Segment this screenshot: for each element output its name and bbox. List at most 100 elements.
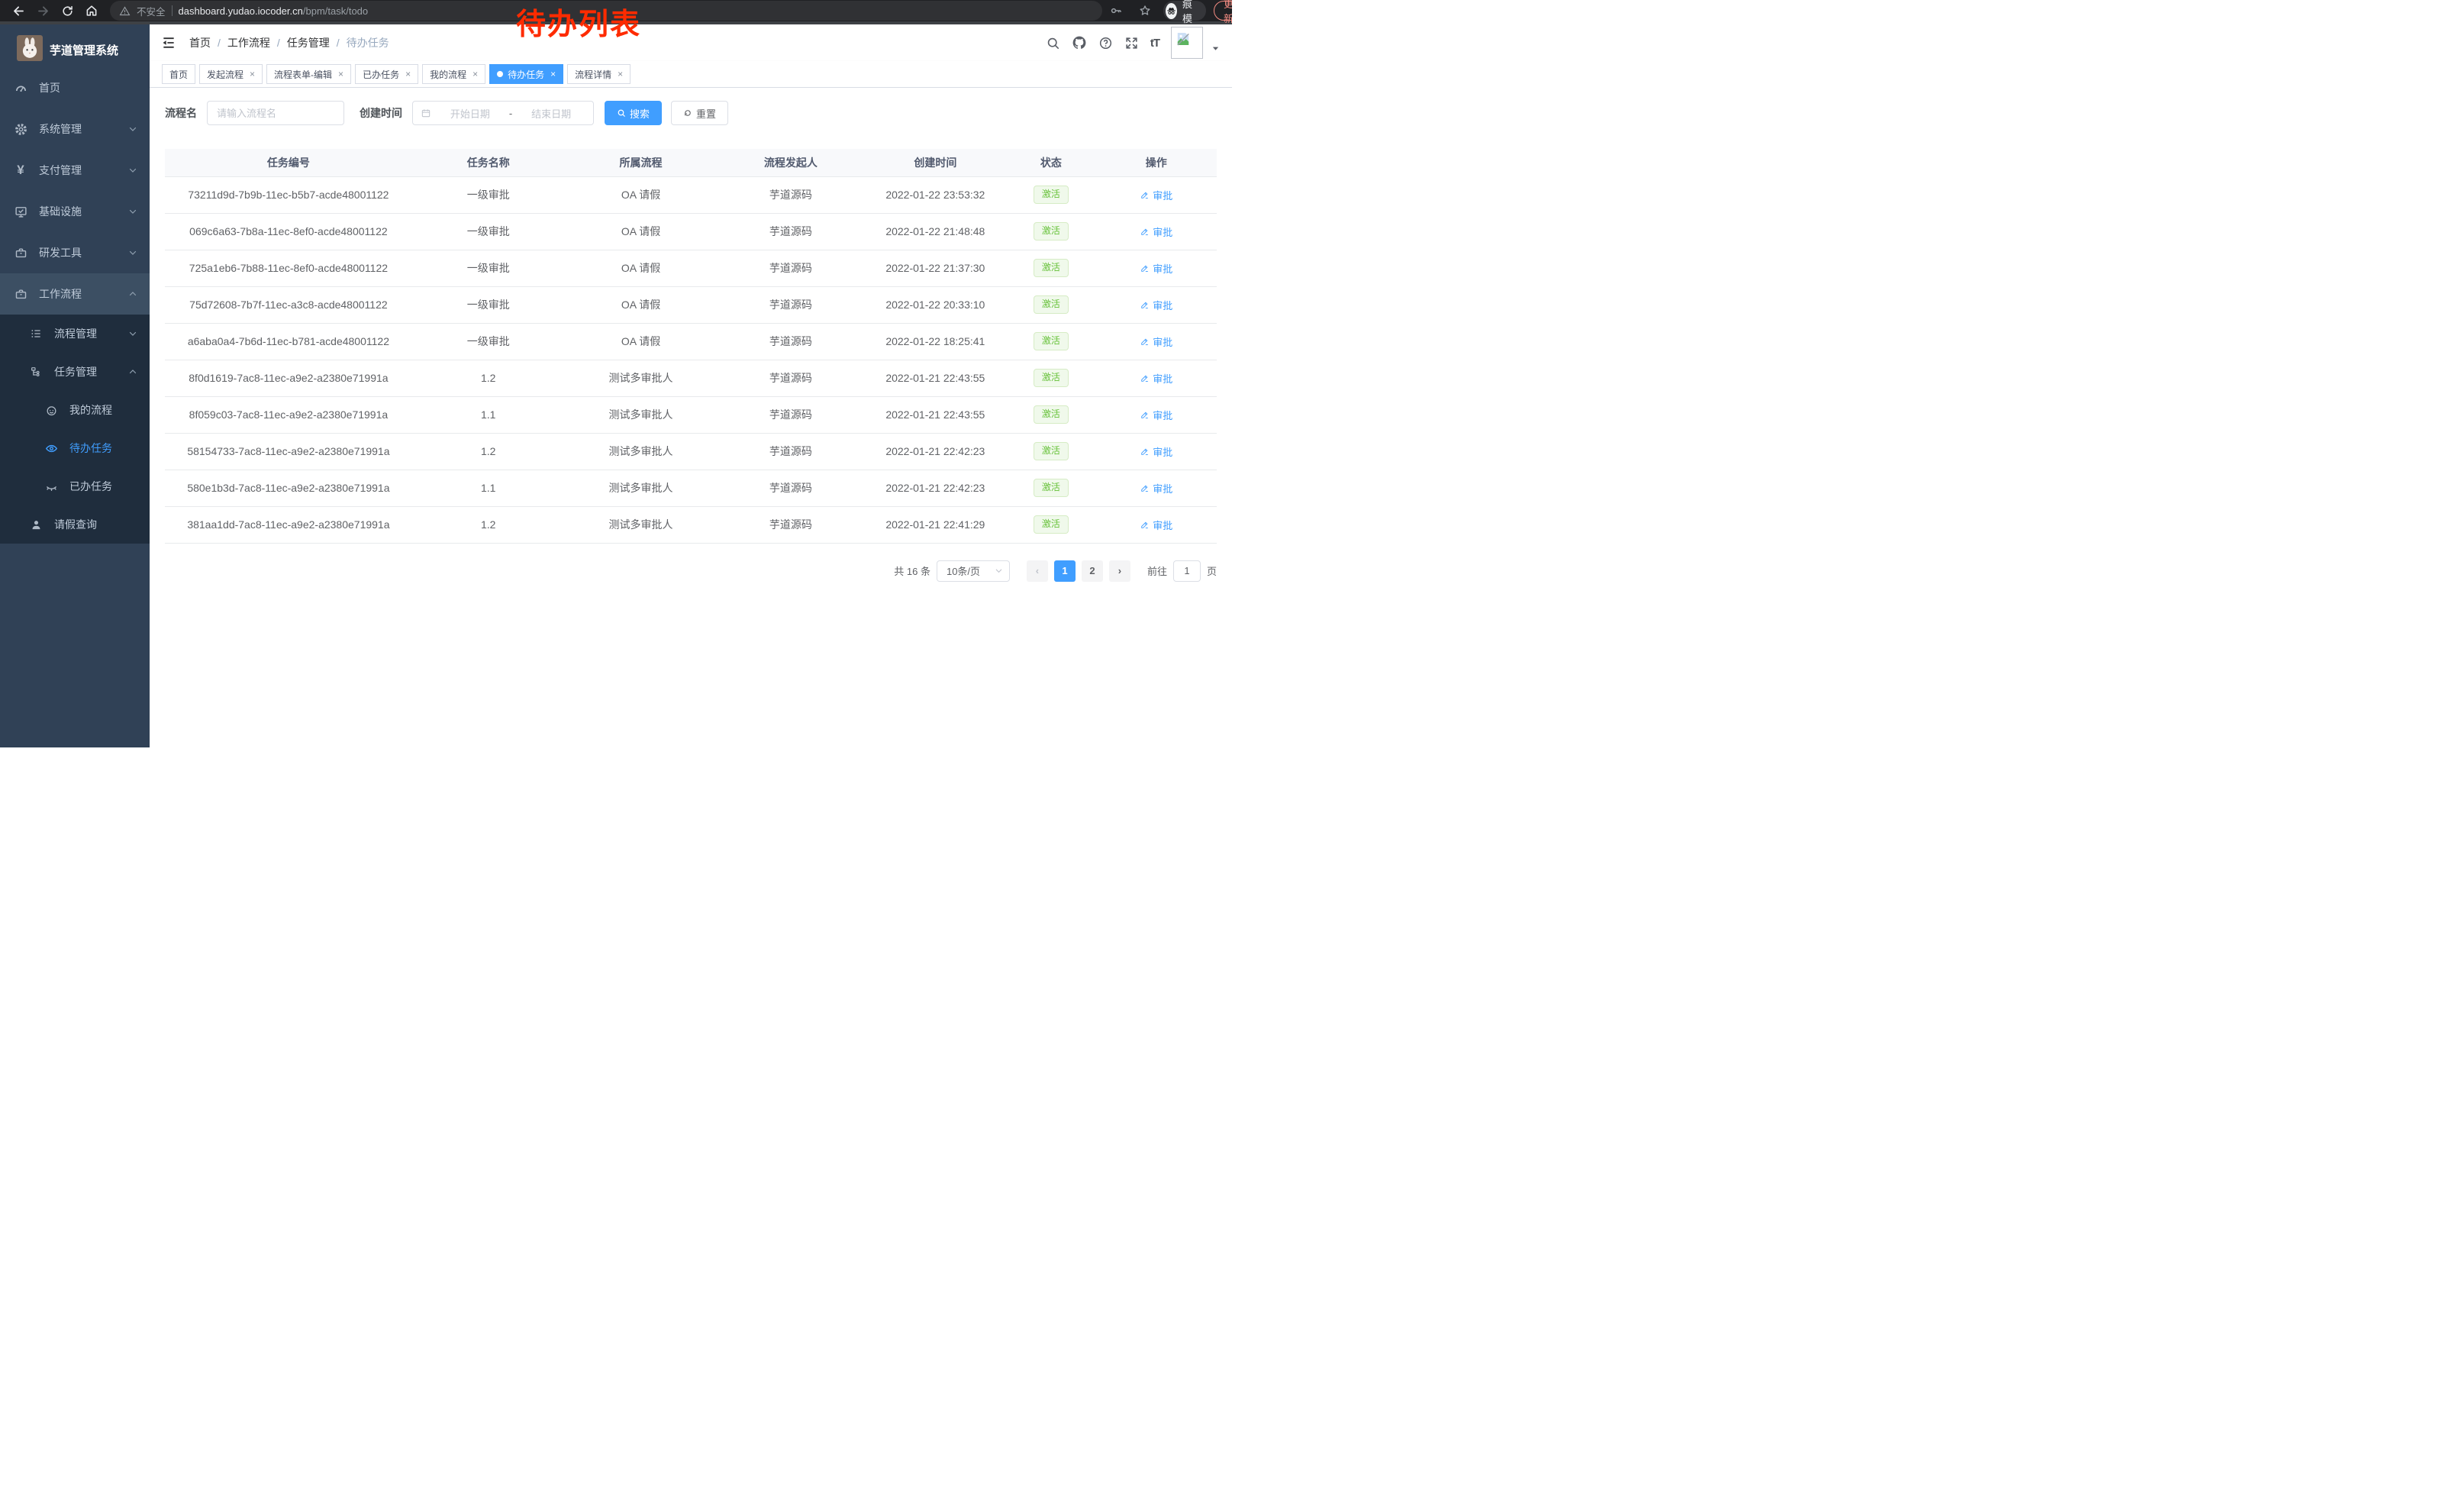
end-date-placeholder: 结束日期 — [517, 106, 585, 121]
sidebar: 芋道管理系统 首页 系统管理 ¥ 支付管理 — [0, 24, 150, 747]
approve-link[interactable]: 审批 — [1140, 481, 1172, 495]
tag-done-tasks[interactable]: 已办任务× — [355, 64, 418, 84]
sidebar-item-process-mgmt[interactable]: 流程管理 — [0, 315, 150, 353]
col-process: 所属流程 — [565, 149, 718, 176]
chevron-up-icon — [128, 289, 137, 299]
close-icon[interactable]: × — [550, 69, 556, 79]
sidebar-item-workflow[interactable]: 工作流程 — [0, 273, 150, 315]
tag-home[interactable]: 首页 — [162, 64, 195, 84]
yen-icon: ¥ — [13, 163, 28, 178]
status-badge: 激活 — [1034, 259, 1069, 277]
forward-icon — [32, 0, 53, 21]
approve-link[interactable]: 审批 — [1140, 408, 1172, 422]
close-icon[interactable]: × — [618, 69, 623, 79]
table-row: 8f0d1619-7ac8-11ec-a9e2-a2380e71991a1.2测… — [165, 360, 1217, 396]
tag-my-process[interactable]: 我的流程× — [422, 64, 485, 84]
col-actions: 操作 — [1095, 149, 1217, 176]
page-url: dashboard.yudao.iocoder.cn/bpm/task/todo — [179, 5, 369, 17]
col-created: 创建时间 — [864, 149, 1006, 176]
search-icon[interactable] — [1046, 36, 1060, 50]
search-button[interactable]: 搜索 — [605, 101, 662, 125]
fullscreen-icon[interactable] — [1124, 36, 1139, 50]
tags-bar: 首页 发起流程× 流程表单-编辑× 已办任务× 我的流程× 待办任务× 流程详情… — [150, 61, 1232, 88]
chevron-down-icon — [128, 329, 137, 338]
page-button-1[interactable]: 1 — [1054, 560, 1076, 582]
tree-icon — [28, 366, 44, 378]
sidebar-item-task-mgmt[interactable]: 任务管理 — [0, 353, 150, 391]
collapse-sidebar-icon[interactable] — [157, 31, 180, 54]
reset-button[interactable]: 重置 — [671, 101, 728, 125]
page-size-select[interactable]: 10条/页 — [937, 560, 1010, 582]
home-icon[interactable] — [81, 0, 102, 21]
table-row: 8f059c03-7ac8-11ec-a9e2-a2380e71991a1.1测… — [165, 396, 1217, 433]
status-badge: 激活 — [1034, 186, 1069, 204]
close-icon[interactable]: × — [338, 69, 343, 79]
calendar-icon — [421, 108, 431, 118]
sidebar-item-home[interactable]: 首页 — [0, 67, 150, 108]
tag-todo-tasks[interactable]: 待办任务× — [489, 64, 563, 84]
close-icon[interactable]: × — [250, 69, 255, 79]
approve-link[interactable]: 审批 — [1140, 261, 1172, 276]
chevron-down-icon — [128, 207, 137, 216]
prev-page-button[interactable]: ‹ — [1027, 560, 1048, 582]
task-table: 任务编号 任务名称 所属流程 流程发起人 创建时间 状态 操作 73211d9d… — [165, 149, 1217, 544]
breadcrumb-task-mgmt[interactable]: 任务管理 — [287, 35, 330, 50]
sidebar-item-infra[interactable]: 基础设施 — [0, 191, 150, 232]
approve-link[interactable]: 审批 — [1140, 188, 1172, 202]
approve-link[interactable]: 审批 — [1140, 444, 1172, 459]
approve-link[interactable]: 审批 — [1140, 224, 1172, 239]
monitor-icon — [13, 205, 28, 218]
key-icon[interactable] — [1105, 0, 1127, 21]
tag-start-process[interactable]: 发起流程× — [199, 64, 263, 84]
sidebar-item-leave-query[interactable]: 请假查询 — [0, 505, 150, 544]
toolbox-icon — [13, 288, 28, 301]
sidebar-item-done-tasks[interactable]: 已办任务 — [0, 467, 150, 505]
process-name-input[interactable] — [207, 101, 344, 125]
breadcrumb-home[interactable]: 首页 — [189, 35, 211, 50]
table-row: 73211d9d-7b9b-11ec-b5b7-acde48001122一级审批… — [165, 176, 1217, 213]
sidebar-item-payment[interactable]: ¥ 支付管理 — [0, 150, 150, 191]
chevron-down-icon — [128, 124, 137, 134]
avatar[interactable] — [1171, 27, 1203, 59]
app-logo-row[interactable]: 芋道管理系统 — [0, 24, 150, 67]
tag-process-detail[interactable]: 流程详情× — [567, 64, 631, 84]
table-row: 580e1b3d-7ac8-11ec-a9e2-a2380e71991a1.1测… — [165, 470, 1217, 506]
approve-link[interactable]: 审批 — [1140, 298, 1172, 312]
page-button-2[interactable]: 2 — [1082, 560, 1103, 582]
help-icon[interactable] — [1098, 36, 1113, 50]
screen: 不安全 dashboard.yudao.iocoder.cn/bpm/task/… — [0, 0, 1232, 750]
url-bar[interactable]: 不安全 dashboard.yudao.iocoder.cn/bpm/task/… — [110, 1, 1102, 21]
star-icon[interactable] — [1134, 0, 1156, 21]
next-page-button[interactable]: › — [1109, 560, 1130, 582]
tag-form-edit[interactable]: 流程表单-编辑× — [266, 64, 351, 84]
sidebar-item-devtools[interactable]: 研发工具 — [0, 232, 150, 273]
col-starter: 流程发起人 — [717, 149, 864, 176]
github-icon[interactable] — [1072, 35, 1087, 50]
table-row: 75d72608-7b7f-11ec-a3c8-acde48001122一级审批… — [165, 286, 1217, 323]
table-row: 58154733-7ac8-11ec-a9e2-a2380e71991a1.2测… — [165, 433, 1217, 470]
approve-link[interactable]: 审批 — [1140, 371, 1172, 386]
status-badge: 激活 — [1034, 332, 1069, 350]
warning-icon — [119, 5, 131, 17]
table-row: 725a1eb6-7b88-11ec-8ef0-acde48001122一级审批… — [165, 250, 1217, 286]
table-header-row: 任务编号 任务名称 所属流程 流程发起人 创建时间 状态 操作 — [165, 149, 1217, 176]
update-button[interactable]: 更新 ⋮ — [1214, 1, 1232, 21]
chevron-down-icon — [128, 248, 137, 257]
sidebar-item-my-process[interactable]: 我的流程 — [0, 391, 150, 429]
chevron-down-icon[interactable] — [1211, 43, 1220, 56]
approve-link[interactable]: 审批 — [1140, 518, 1172, 532]
goto-label: 前往 — [1147, 563, 1167, 578]
font-size-icon[interactable]: tT — [1150, 37, 1159, 50]
date-range-picker[interactable]: 开始日期 - 结束日期 — [412, 101, 594, 125]
breadcrumb-workflow[interactable]: 工作流程 — [227, 35, 270, 50]
sidebar-item-system[interactable]: 系统管理 — [0, 108, 150, 150]
reload-icon[interactable] — [56, 0, 78, 21]
sidebar-item-todo-tasks[interactable]: 待办任务 — [0, 429, 150, 467]
close-icon[interactable]: × — [472, 69, 478, 79]
toolbox-icon — [13, 247, 28, 260]
approve-link[interactable]: 审批 — [1140, 334, 1172, 349]
back-icon[interactable] — [8, 0, 29, 21]
close-icon[interactable]: × — [405, 69, 411, 79]
goto-page-input[interactable] — [1173, 560, 1201, 582]
table-row: 069c6a63-7b8a-11ec-8ef0-acde48001122一级审批… — [165, 213, 1217, 250]
